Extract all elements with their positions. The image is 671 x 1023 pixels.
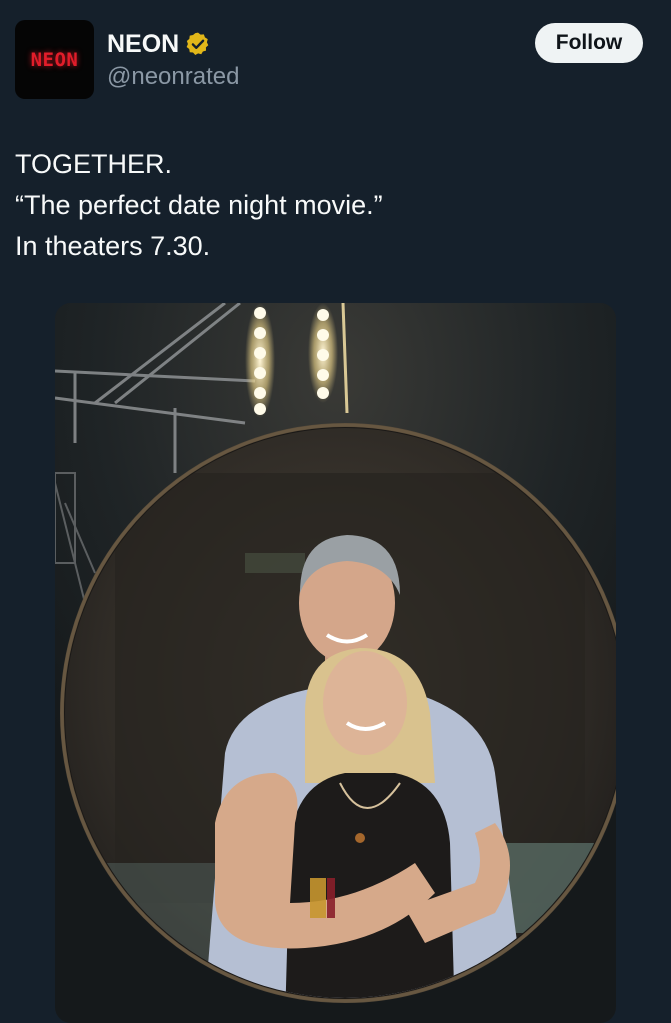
avatar[interactable]: NEON [15,20,94,99]
avatar-logo-text: NEON [30,48,79,71]
tweet-text-line: TOGETHER. [15,149,173,179]
follow-button[interactable]: Follow [535,23,643,63]
media-illustration [55,303,616,1023]
display-name[interactable]: NEON [107,30,179,59]
verified-badge-icon [185,31,211,57]
tweet-text-line: “The perfect date night movie.” [15,190,383,220]
tweet-text: TOGETHER. “The perfect date night movie.… [15,144,655,267]
user-handle[interactable]: @neonrated [107,63,239,91]
name-row: NEON [107,28,211,60]
tweet-text-line: In theaters 7.30. [15,231,211,261]
media-video-still[interactable] [55,303,616,1023]
tweet-header: NEON NEON @neonrated Follow [0,0,671,120]
